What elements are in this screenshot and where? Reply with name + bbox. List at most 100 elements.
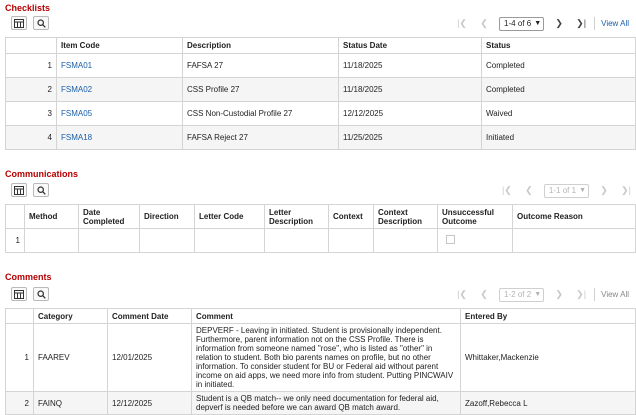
last-page-icon[interactable]: ❯| [574, 289, 588, 300]
item-code-link[interactable]: FSMA02 [56, 77, 183, 102]
previous-page-icon[interactable]: ❮ [522, 185, 536, 196]
column-header-description[interactable]: Description [182, 37, 339, 54]
communications-table: Method Date Completed Direction Letter C… [5, 204, 636, 253]
column-header-status-date[interactable]: Status Date [338, 37, 482, 54]
page-range-label: 1-1 of 1 [548, 186, 577, 195]
search-button[interactable] [33, 183, 49, 197]
category-cell: FAAREV [33, 323, 108, 392]
chevron-down-icon: ▼ [534, 20, 542, 27]
outcome-reason-cell [512, 228, 636, 253]
category-cell: FAINQ [33, 391, 108, 415]
search-button[interactable] [33, 287, 49, 301]
context-description-cell [373, 228, 438, 253]
column-header-entered-by[interactable]: Entered By [460, 308, 636, 324]
column-header-context-description[interactable]: Context Description [373, 204, 438, 229]
page-range-select[interactable]: 1-1 of 1 ▼ [543, 183, 589, 198]
table-header-row: Item Code Description Status Date Status [5, 37, 636, 54]
grid-settings-button[interactable] [11, 183, 27, 197]
unsuccessful-outcome-cell [437, 228, 513, 253]
column-header-method[interactable]: Method [24, 204, 79, 229]
grid-settings-icon [14, 185, 24, 195]
table-header-row: Category Comment Date Comment Entered By [5, 308, 636, 324]
checklists-table: Item Code Description Status Date Status… [5, 37, 636, 150]
description-cell: FAFSA Reject 27 [182, 125, 339, 150]
table-header-row: Method Date Completed Direction Letter C… [5, 204, 636, 229]
communications-section: Communications |❮ ❮ 1-1 of 1 ▼ ❯ ❯| Metho… [5, 166, 636, 260]
column-header-item-code[interactable]: Item Code [56, 37, 183, 54]
column-header-outcome-reason[interactable]: Outcome Reason [512, 204, 636, 229]
next-page-icon[interactable]: ❯ [552, 18, 566, 29]
status-date-cell: 11/18/2025 [338, 53, 482, 78]
column-header-direction[interactable]: Direction [139, 204, 195, 229]
first-page-icon[interactable]: |❮ [455, 289, 469, 300]
method-cell [24, 228, 79, 253]
table-row: 4 FSMA18 FAFSA Reject 27 11/25/2025 Init… [5, 125, 636, 150]
grid-settings-icon [14, 289, 24, 299]
column-header [5, 308, 34, 324]
page-range-label: 1-4 of 6 [504, 19, 532, 28]
first-page-icon[interactable]: |❮ [455, 18, 469, 29]
column-header-comment-date[interactable]: Comment Date [107, 308, 192, 324]
next-page-icon[interactable]: ❯ [552, 289, 566, 300]
column-header-letter-code[interactable]: Letter Code [194, 204, 265, 229]
table-row: 3 FSMA05 CSS Non-Custodial Profile 27 12… [5, 101, 636, 126]
previous-page-icon[interactable]: ❮ [477, 289, 491, 300]
comments-table: Category Comment Date Comment Entered By… [5, 308, 636, 415]
column-header [5, 37, 57, 54]
description-cell: CSS Profile 27 [182, 77, 339, 102]
row-number: 2 [5, 77, 57, 102]
item-code-link[interactable]: FSMA18 [56, 125, 183, 150]
status-date-cell: 12/12/2025 [338, 101, 482, 126]
divider [594, 288, 596, 301]
comments-section: Comments |❮ ❮ 1-2 of 2 ▼ ❯ ❯| View All Ca… [5, 269, 636, 415]
unsuccessful-outcome-checkbox[interactable] [446, 235, 455, 244]
comments-title: Comments [5, 272, 52, 282]
description-cell: FAFSA 27 [182, 53, 339, 78]
date-completed-cell [78, 228, 140, 253]
grid-settings-button[interactable] [11, 287, 27, 301]
description-cell: CSS Non-Custodial Profile 27 [182, 101, 339, 126]
column-header-letter-description[interactable]: Letter Description [264, 204, 329, 229]
first-page-icon[interactable]: |❮ [500, 185, 514, 196]
table-row: 2 FAINQ 12/12/2025 Student is a QB match… [5, 391, 636, 415]
view-all-link[interactable]: View All [601, 19, 629, 28]
column-header-status[interactable]: Status [481, 37, 636, 54]
last-page-icon[interactable]: ❯| [619, 185, 633, 196]
search-icon [36, 185, 46, 195]
view-all-link[interactable]: View All [601, 290, 629, 299]
column-header-unsuccessful-outcome[interactable]: Unsuccessful Outcome [437, 204, 513, 229]
next-page-icon[interactable]: ❯ [597, 185, 611, 196]
checklists-title: Checklists [5, 3, 51, 13]
grid-settings-icon [14, 18, 24, 28]
last-page-icon[interactable]: ❯| [574, 18, 588, 29]
direction-cell [139, 228, 195, 253]
page-range-select[interactable]: 1-2 of 2 ▼ [499, 287, 545, 302]
column-header-context[interactable]: Context [328, 204, 374, 229]
previous-page-icon[interactable]: ❮ [477, 18, 491, 29]
row-number: 2 [5, 391, 34, 415]
item-code-link[interactable]: FSMA05 [56, 101, 183, 126]
page-range-label: 1-2 of 2 [504, 290, 532, 299]
page-range-select[interactable]: 1-4 of 6 ▼ [499, 16, 545, 31]
item-code-link[interactable]: FSMA01 [56, 53, 183, 78]
status-cell: Completed [481, 53, 636, 78]
grid-settings-button[interactable] [11, 16, 27, 30]
column-header-date-completed[interactable]: Date Completed [78, 204, 140, 229]
table-row: 1 FAAREV 12/01/2025 DEPVERF - Leaving in… [5, 323, 636, 392]
status-cell: Waived [481, 101, 636, 126]
comments-pagination: |❮ ❮ 1-2 of 2 ▼ ❯ ❯| View All [451, 287, 635, 302]
column-header-category[interactable]: Category [33, 308, 108, 324]
communications-title: Communications [5, 169, 79, 179]
status-date-cell: 11/18/2025 [338, 77, 482, 102]
table-row: 2 FSMA02 CSS Profile 27 11/18/2025 Compl… [5, 77, 636, 102]
status-cell: Initiated [481, 125, 636, 150]
search-button[interactable] [33, 16, 49, 30]
column-header-comment[interactable]: Comment [191, 308, 461, 324]
comments-toolbar: |❮ ❮ 1-2 of 2 ▼ ❯ ❯| View All [5, 285, 635, 304]
communications-pagination: |❮ ❮ 1-1 of 1 ▼ ❯ ❯| [496, 183, 635, 198]
checklists-pagination: |❮ ❮ 1-4 of 6 ▼ ❯ ❯| View All [451, 16, 635, 31]
chevron-down-icon: ▼ [534, 291, 542, 298]
entered-by-cell: Zazoff,Rebecca L [460, 391, 636, 415]
table-row: 1 [5, 228, 636, 253]
checklists-toolbar: |❮ ❮ 1-4 of 6 ▼ ❯ ❯| View All [5, 14, 635, 33]
